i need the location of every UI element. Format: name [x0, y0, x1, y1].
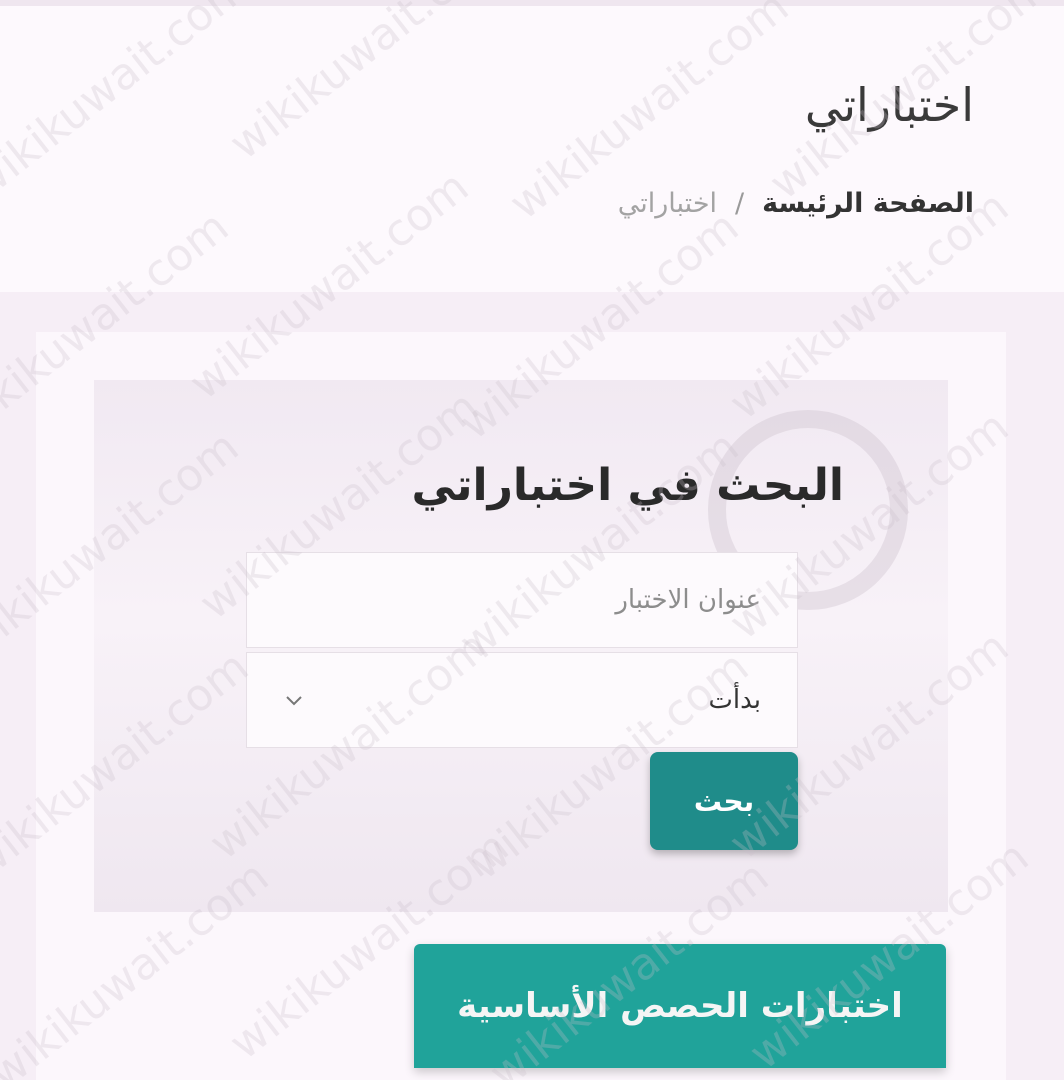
status-select-value: بدأت	[708, 685, 761, 715]
breadcrumb: الصفحة الرئيسة / اختباراتي	[618, 188, 974, 219]
search-button[interactable]: بحث	[650, 752, 798, 850]
breadcrumb-home-link[interactable]: الصفحة الرئيسة	[762, 188, 974, 219]
chevron-down-icon	[286, 696, 302, 706]
breadcrumb-current: اختباراتي	[617, 188, 718, 219]
page: اختباراتي الصفحة الرئيسة / اختباراتي الب…	[0, 0, 1064, 1080]
breadcrumb-separator: /	[735, 188, 745, 219]
status-select[interactable]: بدأت	[246, 652, 798, 748]
test-title-field	[246, 552, 798, 648]
search-panel: البحث في اختباراتي بدأت بحث	[94, 380, 948, 912]
basic-lessons-tests-button[interactable]: اختبارات الحصص الأساسية	[414, 944, 946, 1068]
page-title: اختباراتي	[804, 78, 974, 132]
search-title: البحث في اختباراتي	[411, 460, 844, 511]
test-title-input[interactable]	[283, 585, 761, 615]
page-header: اختباراتي الصفحة الرئيسة / اختباراتي	[0, 0, 1064, 292]
